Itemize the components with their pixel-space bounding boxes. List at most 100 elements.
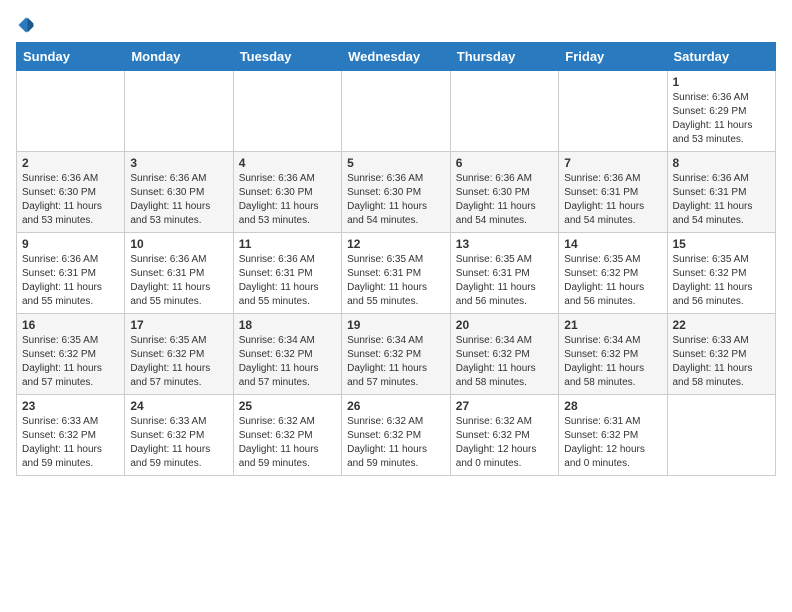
day-info: Sunrise: 6:34 AMSunset: 6:32 PMDaylight:… bbox=[347, 334, 445, 390]
day-info: Sunrise: 6:36 AMSunset: 6:30 PMDaylight:… bbox=[22, 172, 119, 228]
day-info: Sunrise: 6:31 AMSunset: 6:32 PMDaylight:… bbox=[564, 415, 661, 471]
day-info: Sunrise: 6:35 AMSunset: 6:32 PMDaylight:… bbox=[673, 253, 771, 309]
day-number: 4 bbox=[239, 156, 336, 170]
day-of-week-header: Wednesday bbox=[342, 43, 451, 71]
day-number: 14 bbox=[564, 237, 661, 251]
day-info: Sunrise: 6:35 AMSunset: 6:31 PMDaylight:… bbox=[456, 253, 553, 309]
calendar-day-cell bbox=[342, 71, 451, 152]
day-number: 8 bbox=[673, 156, 771, 170]
calendar-week-row: 1 Sunrise: 6:36 AMSunset: 6:29 PMDaylight… bbox=[17, 71, 776, 152]
day-of-week-header: Monday bbox=[125, 43, 233, 71]
calendar-day-cell: 26 Sunrise: 6:32 AMSunset: 6:32 PMDayligh… bbox=[342, 395, 451, 476]
day-number: 6 bbox=[456, 156, 553, 170]
day-info: Sunrise: 6:36 AMSunset: 6:31 PMDaylight:… bbox=[239, 253, 336, 309]
day-info: Sunrise: 6:35 AMSunset: 6:32 PMDaylight:… bbox=[564, 253, 661, 309]
logo bbox=[16, 16, 35, 34]
calendar-day-cell: 25 Sunrise: 6:32 AMSunset: 6:32 PMDayligh… bbox=[233, 395, 341, 476]
calendar-day-cell: 28 Sunrise: 6:31 AMSunset: 6:32 PMDayligh… bbox=[559, 395, 667, 476]
calendar-day-cell: 7 Sunrise: 6:36 AMSunset: 6:31 PMDaylight… bbox=[559, 152, 667, 233]
day-number: 20 bbox=[456, 318, 553, 332]
day-of-week-header: Thursday bbox=[450, 43, 558, 71]
day-number: 22 bbox=[673, 318, 771, 332]
day-number: 28 bbox=[564, 399, 661, 413]
day-number: 23 bbox=[22, 399, 119, 413]
day-number: 2 bbox=[22, 156, 119, 170]
calendar-week-row: 23 Sunrise: 6:33 AMSunset: 6:32 PMDayligh… bbox=[17, 395, 776, 476]
day-of-week-header: Friday bbox=[559, 43, 667, 71]
day-number: 25 bbox=[239, 399, 336, 413]
calendar-day-cell: 16 Sunrise: 6:35 AMSunset: 6:32 PMDayligh… bbox=[17, 314, 125, 395]
day-info: Sunrise: 6:36 AMSunset: 6:31 PMDaylight:… bbox=[564, 172, 661, 228]
calendar-day-cell: 10 Sunrise: 6:36 AMSunset: 6:31 PMDayligh… bbox=[125, 233, 233, 314]
calendar-day-cell: 18 Sunrise: 6:34 AMSunset: 6:32 PMDayligh… bbox=[233, 314, 341, 395]
day-number: 10 bbox=[130, 237, 227, 251]
day-info: Sunrise: 6:32 AMSunset: 6:32 PMDaylight:… bbox=[239, 415, 336, 471]
calendar-day-cell: 19 Sunrise: 6:34 AMSunset: 6:32 PMDayligh… bbox=[342, 314, 451, 395]
calendar-day-cell bbox=[559, 71, 667, 152]
calendar-day-cell bbox=[233, 71, 341, 152]
logo-icon bbox=[17, 16, 35, 34]
calendar-day-cell bbox=[17, 71, 125, 152]
calendar-day-cell: 13 Sunrise: 6:35 AMSunset: 6:31 PMDayligh… bbox=[450, 233, 558, 314]
day-info: Sunrise: 6:34 AMSunset: 6:32 PMDaylight:… bbox=[456, 334, 553, 390]
day-info: Sunrise: 6:35 AMSunset: 6:32 PMDaylight:… bbox=[22, 334, 119, 390]
day-info: Sunrise: 6:36 AMSunset: 6:30 PMDaylight:… bbox=[347, 172, 445, 228]
day-info: Sunrise: 6:36 AMSunset: 6:30 PMDaylight:… bbox=[239, 172, 336, 228]
calendar-table: SundayMondayTuesdayWednesdayThursdayFrid… bbox=[16, 42, 776, 476]
day-number: 19 bbox=[347, 318, 445, 332]
calendar-day-cell: 3Sunrise: 6:36 AMSunset: 6:30 PMDaylight… bbox=[125, 152, 233, 233]
calendar-day-cell bbox=[125, 71, 233, 152]
day-info: Sunrise: 6:36 AMSunset: 6:30 PMDaylight:… bbox=[130, 172, 227, 228]
day-info: Sunrise: 6:33 AMSunset: 6:32 PMDaylight:… bbox=[22, 415, 119, 471]
day-info: Sunrise: 6:32 AMSunset: 6:32 PMDaylight:… bbox=[347, 415, 445, 471]
day-number: 12 bbox=[347, 237, 445, 251]
calendar-day-cell: 2 Sunrise: 6:36 AMSunset: 6:30 PMDaylight… bbox=[17, 152, 125, 233]
calendar-day-cell: 8 Sunrise: 6:36 AMSunset: 6:31 PMDaylight… bbox=[667, 152, 776, 233]
day-number: 1 bbox=[673, 75, 771, 89]
day-info: Sunrise: 6:33 AMSunset: 6:32 PMDaylight:… bbox=[130, 415, 227, 471]
day-info: Sunrise: 6:32 AMSunset: 6:32 PMDaylight:… bbox=[456, 415, 553, 471]
day-number: 13 bbox=[456, 237, 553, 251]
day-number: 24 bbox=[130, 399, 227, 413]
calendar-day-cell: 15Sunrise: 6:35 AMSunset: 6:32 PMDayligh… bbox=[667, 233, 776, 314]
day-info: Sunrise: 6:35 AMSunset: 6:32 PMDaylight:… bbox=[130, 334, 227, 390]
day-of-week-header: Saturday bbox=[667, 43, 776, 71]
calendar-day-cell: 17Sunrise: 6:35 AMSunset: 6:32 PMDayligh… bbox=[125, 314, 233, 395]
day-number: 7 bbox=[564, 156, 661, 170]
header bbox=[16, 16, 776, 34]
calendar-day-cell: 24 Sunrise: 6:33 AMSunset: 6:32 PMDayligh… bbox=[125, 395, 233, 476]
calendar-header-row: SundayMondayTuesdayWednesdayThursdayFrid… bbox=[17, 43, 776, 71]
day-info: Sunrise: 6:36 AMSunset: 6:31 PMDaylight:… bbox=[673, 172, 771, 228]
logo-text bbox=[16, 16, 35, 34]
day-number: 27 bbox=[456, 399, 553, 413]
day-number: 16 bbox=[22, 318, 119, 332]
day-of-week-header: Sunday bbox=[17, 43, 125, 71]
calendar-day-cell: 12Sunrise: 6:35 AMSunset: 6:31 PMDayligh… bbox=[342, 233, 451, 314]
day-number: 11 bbox=[239, 237, 336, 251]
calendar-day-cell: 9Sunrise: 6:36 AMSunset: 6:31 PMDaylight… bbox=[17, 233, 125, 314]
calendar-day-cell: 5Sunrise: 6:36 AMSunset: 6:30 PMDaylight… bbox=[342, 152, 451, 233]
calendar-week-row: 16 Sunrise: 6:35 AMSunset: 6:32 PMDayligh… bbox=[17, 314, 776, 395]
calendar-day-cell: 21Sunrise: 6:34 AMSunset: 6:32 PMDayligh… bbox=[559, 314, 667, 395]
calendar-day-cell: 4 Sunrise: 6:36 AMSunset: 6:30 PMDaylight… bbox=[233, 152, 341, 233]
day-info: Sunrise: 6:33 AMSunset: 6:32 PMDaylight:… bbox=[673, 334, 771, 390]
day-info: Sunrise: 6:36 AMSunset: 6:31 PMDaylight:… bbox=[130, 253, 227, 309]
calendar-day-cell bbox=[450, 71, 558, 152]
calendar-day-cell: 22 Sunrise: 6:33 AMSunset: 6:32 PMDayligh… bbox=[667, 314, 776, 395]
day-of-week-header: Tuesday bbox=[233, 43, 341, 71]
calendar-day-cell: 6 Sunrise: 6:36 AMSunset: 6:30 PMDaylight… bbox=[450, 152, 558, 233]
day-info: Sunrise: 6:36 AMSunset: 6:29 PMDaylight:… bbox=[673, 91, 771, 147]
day-number: 18 bbox=[239, 318, 336, 332]
calendar-day-cell: 11 Sunrise: 6:36 AMSunset: 6:31 PMDayligh… bbox=[233, 233, 341, 314]
calendar-week-row: 2 Sunrise: 6:36 AMSunset: 6:30 PMDaylight… bbox=[17, 152, 776, 233]
calendar-day-cell: 20 Sunrise: 6:34 AMSunset: 6:32 PMDayligh… bbox=[450, 314, 558, 395]
day-info: Sunrise: 6:34 AMSunset: 6:32 PMDaylight:… bbox=[564, 334, 661, 390]
day-info: Sunrise: 6:34 AMSunset: 6:32 PMDaylight:… bbox=[239, 334, 336, 390]
calendar-day-cell bbox=[667, 395, 776, 476]
calendar-week-row: 9Sunrise: 6:36 AMSunset: 6:31 PMDaylight… bbox=[17, 233, 776, 314]
calendar-day-cell: 27 Sunrise: 6:32 AMSunset: 6:32 PMDayligh… bbox=[450, 395, 558, 476]
day-info: Sunrise: 6:36 AMSunset: 6:30 PMDaylight:… bbox=[456, 172, 553, 228]
calendar-day-cell: 23 Sunrise: 6:33 AMSunset: 6:32 PMDayligh… bbox=[17, 395, 125, 476]
day-number: 26 bbox=[347, 399, 445, 413]
calendar-day-cell: 14 Sunrise: 6:35 AMSunset: 6:32 PMDayligh… bbox=[559, 233, 667, 314]
